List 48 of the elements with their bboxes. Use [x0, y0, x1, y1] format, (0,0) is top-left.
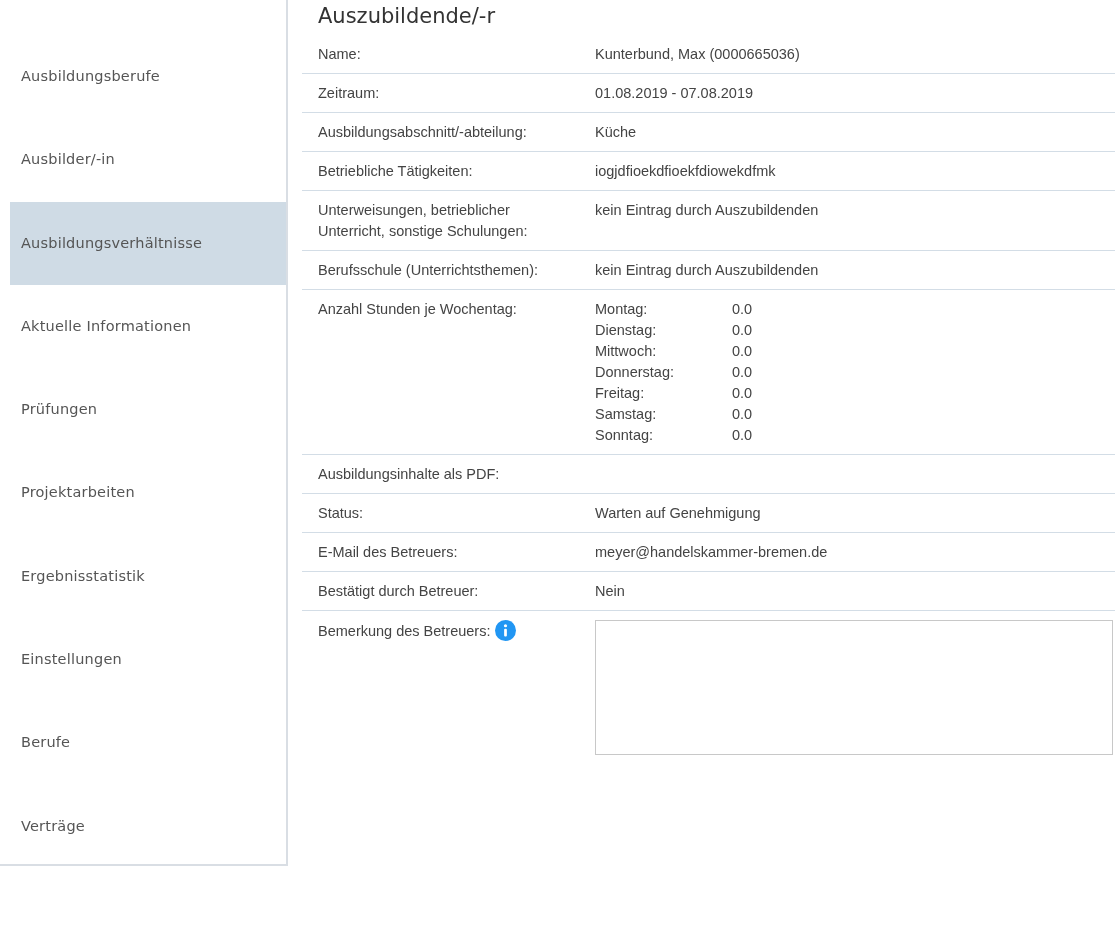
info-icon[interactable] — [494, 620, 516, 642]
field-label: E-Mail des Betreuers: — [318, 544, 458, 561]
field-label: Ausbildungsinhalte als PDF: — [318, 466, 500, 483]
sidebar-item[interactable]: Ausbildungsberufe — [10, 35, 286, 119]
hours-value: 0.0 — [732, 363, 753, 383]
sidebar-item[interactable]: Aktuelle Informationen — [10, 284, 286, 369]
field-value: iogjdfioekdfioekfdiowekdfmk — [595, 163, 776, 180]
weekday-label: Mittwoch: — [595, 342, 658, 362]
field-label: Bestätigt durch Betreuer: — [318, 583, 479, 600]
field-label: Berufsschule (Unterrichtsthemen): — [318, 262, 538, 279]
weekday-label: Samstag: — [595, 405, 658, 425]
field-value: meyer@handelskammer-bremen.de — [595, 544, 828, 561]
field-value: Warten auf Genehmigung — [595, 505, 761, 522]
sidebar-item[interactable]: Projektarbeiten — [10, 451, 286, 535]
comment-field[interactable] — [595, 620, 1113, 756]
hours-value: 0.0 — [732, 300, 753, 320]
sidebar-item[interactable]: Ergebnisstatistik — [10, 534, 286, 619]
field-label: Betriebliche Tätigkeiten: — [318, 163, 473, 180]
field-value: Küche — [595, 124, 637, 141]
sidebar-item[interactable]: Ausbildungsverhältnisse — [10, 201, 286, 285]
field-label: Anzahl Stunden je Wochentag: — [318, 301, 517, 318]
sidebar-item[interactable]: Ausbilder/-in — [10, 118, 286, 202]
weekday-label: Montag: — [595, 300, 649, 320]
sidebar-item[interactable]: Prüfungen — [10, 368, 286, 452]
hours-value: 0.0 — [732, 405, 753, 425]
field-value: Nein — [595, 583, 625, 600]
hours-value: 0.0 — [732, 384, 753, 404]
hours-value: 0.0 — [732, 342, 753, 362]
hours-value: 0.0 — [732, 321, 753, 341]
field-value: kein Eintrag durch Auszubildenden — [595, 202, 819, 219]
weekday-label: Sonntag: — [595, 426, 655, 446]
field-label: Name: — [318, 46, 361, 63]
field-label: Status: — [318, 505, 364, 522]
hours-value: 0.0 — [732, 426, 753, 446]
field-label: Unterweisungen, betrieblicher Unterricht, sonstige Schulungen: — [318, 202, 528, 240]
section-title: Auszubildende/-r — [318, 4, 497, 30]
sidebar-item[interactable]: Verträge — [10, 784, 286, 868]
weekday-label: Dienstag: — [595, 321, 658, 341]
field-label: Zeitraum: — [318, 85, 380, 102]
weekday-label: Freitag: — [595, 384, 646, 404]
field-value: kein Eintrag durch Auszubildenden — [595, 262, 819, 279]
field-label: Bemerkung des Betreuers: — [318, 623, 491, 640]
weekday-label: Donnerstag: — [595, 363, 675, 383]
field-label: Ausbildungsabschnitt/-abteilung: — [318, 124, 527, 141]
field-value: Kunterbund, Max (0000665036) — [595, 46, 800, 63]
field-value: 01.08.2019 - 07.08.2019 — [595, 85, 754, 102]
sidebar-item[interactable]: Berufe — [10, 701, 286, 785]
sidebar-item[interactable]: Einstellungen — [10, 618, 286, 702]
